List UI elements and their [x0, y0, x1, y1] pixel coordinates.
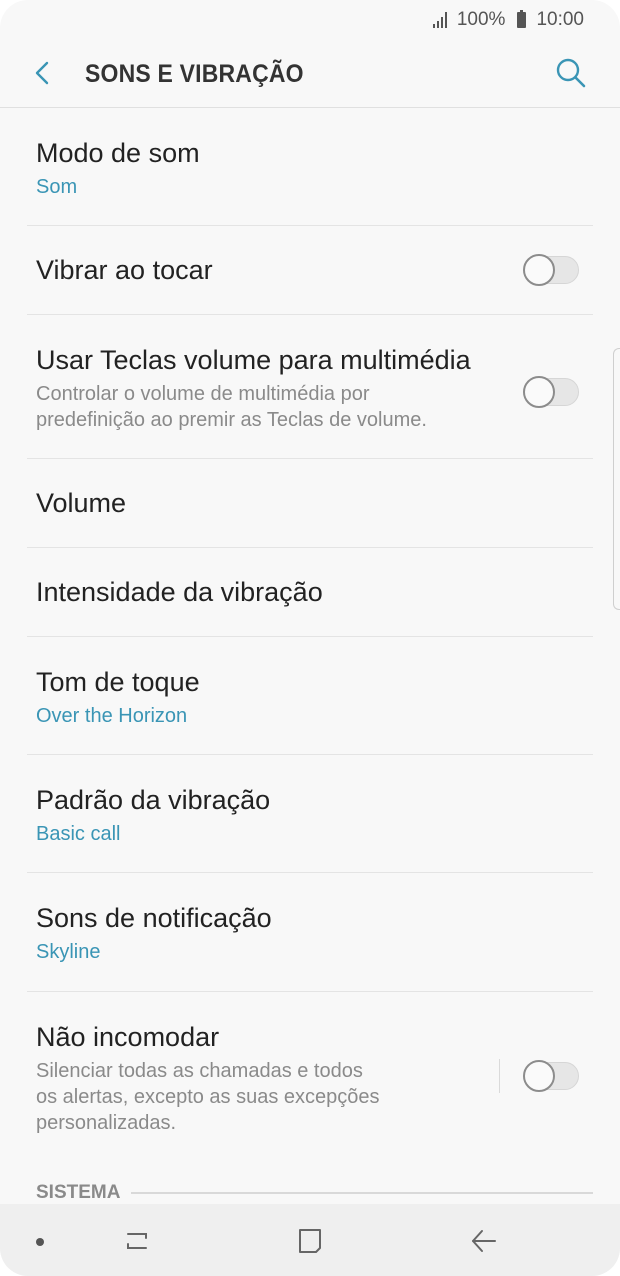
scrollbar-handle[interactable]: [613, 348, 620, 610]
setting-volume-keys-media[interactable]: Usar Teclas volume para multimédia Contr…: [27, 315, 593, 459]
battery-icon: [517, 10, 527, 28]
do-not-disturb-toggle[interactable]: [523, 1060, 579, 1092]
setting-title: Modo de som: [36, 138, 200, 168]
recent-apps-icon[interactable]: [120, 1224, 154, 1258]
setting-title: Usar Teclas volume para multimédia: [36, 345, 471, 375]
nav-hide-dot[interactable]: [36, 1238, 44, 1246]
description-line: os alertas, excepto as suas excepções: [36, 1086, 380, 1108]
clock: 10:00: [536, 9, 584, 30]
divider: [131, 1192, 593, 1194]
navigation-bar: [0, 1204, 620, 1276]
description-line: Controlar o volume de multimédia por: [36, 383, 370, 405]
setting-vibration-intensity[interactable]: Intensidade da vibração: [27, 548, 593, 637]
setting-description: Silenciar todas as chamadas e todos os a…: [36, 1058, 380, 1136]
setting-title: Intensidade da vibração: [36, 577, 323, 607]
setting-title: Padrão da vibração: [36, 785, 271, 815]
setting-value: Over the Horizon: [36, 705, 188, 727]
app-bar: SONS E VIBRAÇÃO: [0, 40, 620, 108]
setting-vibration-pattern[interactable]: Padrão da vibração Basic call: [27, 755, 593, 873]
back-arrow-icon[interactable]: [28, 58, 58, 88]
description-line: Silenciar todas as chamadas e todos: [36, 1060, 363, 1082]
setting-title: Vibrar ao tocar: [36, 255, 213, 285]
divider: [499, 1059, 500, 1093]
setting-volume[interactable]: Volume: [27, 459, 593, 548]
home-icon[interactable]: [293, 1224, 327, 1258]
vibrate-on-touch-toggle[interactable]: [523, 254, 579, 286]
setting-title: Sons de notificação: [36, 903, 272, 933]
section-label: SISTEMA: [36, 1182, 121, 1203]
setting-ringtone[interactable]: Tom de toque Over the Horizon: [27, 637, 593, 755]
settings-list: Modo de som Som Vibrar ao tocar Usar Tec…: [0, 108, 620, 1162]
setting-description: Controlar o volume de multimédia por pre…: [36, 381, 427, 433]
description-line: predefinição ao premir as Teclas de volu…: [36, 409, 427, 431]
setting-do-not-disturb[interactable]: Não incomodar Silenciar todas as chamada…: [27, 992, 593, 1162]
screen: 100% 10:00 SONS E VIBRAÇÃO Modo de som S…: [0, 0, 620, 1276]
description-line: personalizadas.: [36, 1112, 177, 1134]
setting-sound-mode[interactable]: Modo de som Som: [27, 108, 593, 226]
setting-vibrate-on-touch[interactable]: Vibrar ao tocar: [27, 226, 593, 315]
signal-icon: [432, 12, 447, 28]
search-icon[interactable]: [554, 56, 588, 90]
setting-title: Volume: [36, 488, 127, 518]
status-bar: 100% 10:00: [0, 0, 620, 40]
nav-back-icon[interactable]: [467, 1224, 501, 1258]
setting-value: Skyline: [36, 941, 101, 963]
setting-notification-sounds[interactable]: Sons de notificação Skyline: [27, 873, 593, 992]
setting-value: Basic call: [36, 823, 121, 845]
volume-keys-media-toggle[interactable]: [523, 376, 579, 408]
setting-value: Som: [36, 176, 78, 198]
setting-title: Não incomodar: [36, 1022, 220, 1052]
page-title: SONS E VIBRAÇÃO: [85, 60, 304, 88]
setting-title: Tom de toque: [36, 667, 200, 697]
battery-percent: 100%: [456, 9, 506, 30]
